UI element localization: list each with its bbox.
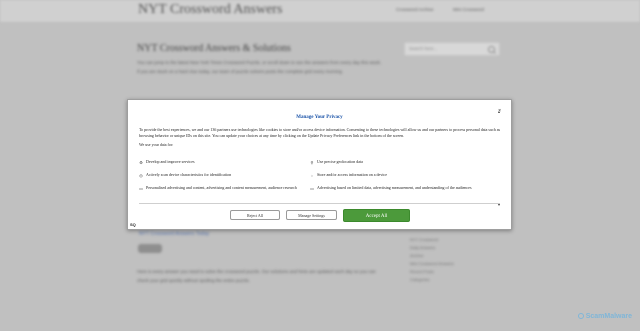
dialog-title: Manage Your Privacy (296, 115, 343, 120)
scroll-up-icon[interactable]: ▴ (498, 110, 500, 114)
reject-all-button[interactable]: Reject All (230, 210, 280, 220)
purpose-item: ◎ Actively scan device characteristics fo… (139, 169, 231, 182)
person-icon: ⚙ (139, 159, 143, 165)
purpose-label: Personalised advertising and content, ad… (146, 185, 297, 190)
purpose-label: Actively scan device characteristics for… (146, 172, 232, 177)
ads-icon: ▭ (139, 185, 143, 191)
device-icon: ◌ (310, 172, 314, 178)
purpose-label: Advertising based on limited data, adver… (317, 185, 472, 190)
purpose-item: ▭ Advertising based on limited data, adve… (310, 182, 495, 194)
limited-ads-icon: ▭ (310, 185, 314, 191)
dialog-scrollbar[interactable]: ▴ ▾ (498, 110, 501, 207)
watermark-text: ScamMalware (585, 313, 632, 320)
privacy-dialog: Manage Your Privacy × To provide the bes… (127, 99, 512, 230)
purpose-list: ⚙ Develop and improve services ⚲ Use preci… (139, 156, 499, 202)
watermark: ScamMalware (577, 313, 632, 320)
divider (139, 203, 500, 204)
accept-all-button[interactable]: Accept All (343, 209, 410, 222)
watermark-icon (577, 313, 584, 319)
purpose-label: Use precise geolocation data (317, 159, 363, 164)
purpose-label: Develop and improve services (146, 159, 195, 164)
purpose-item: ▭ Personalised advertising and content, a… (139, 182, 309, 194)
data-uses-label: We use your data for: (139, 142, 174, 147)
dialog-description: To provide the best experiences, we and … (139, 127, 501, 138)
manage-settings-button[interactable]: Manage Settings (286, 210, 337, 220)
purpose-item: ⚲ Use precise geolocation data (310, 156, 363, 169)
scan-icon: ◎ (139, 172, 143, 178)
purpose-label: Store and/or access information on a dev… (317, 172, 387, 177)
location-icon: ⚲ (310, 159, 314, 165)
purpose-item: ⚙ Develop and improve services (139, 156, 195, 169)
purpose-item: ◌ Store and/or access information on a de… (310, 169, 387, 182)
consent-brand-logo: SQ (130, 222, 136, 227)
